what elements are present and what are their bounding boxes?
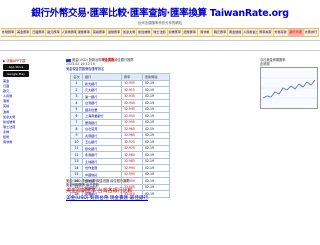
nav-item[interactable]: 港幣匯率 xyxy=(77,29,92,36)
trend-chart[interactable] xyxy=(260,67,318,110)
right-panel: 今日美金即期匯率 走勢圖 xyxy=(260,58,318,110)
nav-item[interactable]: 人民幣賣出 xyxy=(243,29,259,36)
divider xyxy=(0,40,320,41)
divider xyxy=(0,50,320,51)
flag-icon xyxy=(66,58,71,62)
page-subtitle: 台灣出價匯率資訊分享的網站 xyxy=(137,21,183,25)
nav-item[interactable]: 匯率換算 xyxy=(258,29,274,36)
page-title: 銀行外幣交易·匯率比較·匯率查詢·匯率換算 TaiwanRate.org xyxy=(31,8,289,19)
nav-item[interactable]: 歐元匯率 xyxy=(46,29,62,36)
nav-item[interactable]: 美金匯率 xyxy=(16,29,32,36)
nav-item[interactable]: 加拿大幣 xyxy=(122,29,138,36)
best-bank-link[interactable]: 美金(USD) 對新台幣 現金賣匯 最佳銀行 xyxy=(66,195,252,202)
sidebar-link[interactable]: 南非幣 xyxy=(3,140,33,145)
nav-item[interactable]: 韓元匯率 xyxy=(213,29,229,36)
compare-link[interactable]: 美金即期匯率 台灣各銀行比較 xyxy=(66,188,252,195)
nav-item[interactable]: 新加坡幣 xyxy=(137,29,153,36)
sidebar: ▶ 手機APP下載 App Store Google Play 美金 日圓 歐元 人民… xyxy=(3,58,33,145)
nav-item[interactable]: 日圓匯率 xyxy=(31,29,47,36)
nav-item[interactable]: 泰銖匯率 xyxy=(168,29,183,36)
sidebar-links: 美金 日圓 歐元 人民幣 港幣 英鎊 澳幣 加拿大幣 新加坡幣 瑞士法郎 泰銖 紐幣 南非幣 xyxy=(3,79,33,145)
google-play-button[interactable]: Google Play xyxy=(3,71,29,77)
bottom-block: 美金(USD) 對新台幣 現金賣匯 最佳銀行推薦 美金即期匯率 每日更新 美金即… xyxy=(66,179,252,202)
nav-item[interactable]: 外幣存款 xyxy=(274,29,289,36)
cash-buy-link[interactable]: 現金買匯 xyxy=(101,58,114,62)
nav-item[interactable]: 銀行列表 xyxy=(288,29,304,36)
nav-item[interactable]: 紐幣匯率 xyxy=(183,29,198,36)
app-store-button[interactable]: App Store xyxy=(3,64,29,70)
usd-cash-buy-block: 美金(USD) 對新台幣現金買匯最佳銀行推薦 2025-02-19 12:19 … xyxy=(66,58,252,198)
nav-item[interactable]: 外匯排行 xyxy=(304,29,319,36)
top-nav: 外幣匯率 美金匯率 日圓匯率 歐元匯率 人民幣匯率 港幣匯率 英鎊匯率 澳幣匯率 加拿大幣 新加坡… xyxy=(1,28,319,37)
nav-item[interactable]: 英鎊匯率 xyxy=(92,29,107,36)
nav-item[interactable]: 外幣匯率 xyxy=(1,29,17,36)
chart-subheading: 走勢圖 xyxy=(260,62,270,67)
nav-item[interactable]: 瑞士法郎 xyxy=(152,29,168,36)
nav-item[interactable]: 黃金價格 xyxy=(228,29,244,36)
nav-item[interactable]: 南非幣 xyxy=(198,29,213,36)
app-download-heading: ▶ 手機APP下載 xyxy=(3,59,26,63)
nav-item[interactable]: 人民幣匯率 xyxy=(62,29,77,36)
nav-item[interactable]: 澳幣匯率 xyxy=(107,29,123,36)
ranking-caption: 美金現金買匯牌告匯率排名 xyxy=(66,66,105,71)
